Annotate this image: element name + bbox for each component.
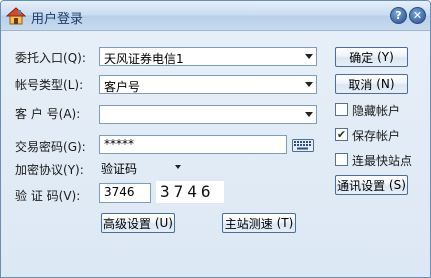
login-dialog: 用户登录 ? ✕ 委托入口(Q): 天风证券电信1 帐号类型(L): 客户号 客… (0, 0, 431, 278)
encryption-label-key: (Y): (63, 163, 84, 177)
account-type-label: 帐号类型(L): (15, 76, 83, 93)
close-icon: ✕ (412, 9, 423, 22)
encryption-select-value: 验证码 (101, 162, 138, 176)
advanced-settings-button[interactable]: 高级设置 (U) (101, 213, 175, 233)
account-label-text: 客 户 号 (15, 107, 59, 121)
comm-settings-key: (S) (388, 178, 406, 192)
keyboard-icon[interactable] (292, 139, 314, 152)
confirm-button[interactable]: 确定 (Y) (335, 47, 408, 67)
fastest-site-checkbox[interactable] (335, 153, 348, 166)
window-title: 用户登录 (31, 12, 84, 27)
confirm-label: 确定 (349, 50, 374, 65)
fastest-site-label: 连最快站点 (352, 154, 413, 168)
title-bar[interactable]: 用户登录 ? ✕ (1, 1, 430, 31)
hide-account-label: 隐藏帐户 (352, 104, 401, 118)
password-label-key: (G): (63, 140, 86, 154)
cancel-button[interactable]: 取消 (N) (335, 74, 408, 94)
captcha-image[interactable]: 3746 (156, 181, 224, 203)
speed-test-key: (T) (276, 216, 294, 230)
encryption-label: 加密协议(Y): (15, 161, 84, 178)
close-button[interactable]: ✕ (409, 7, 426, 24)
advanced-settings-label: 高级设置 (103, 216, 152, 231)
password-field[interactable]: ***** (99, 135, 287, 154)
captcha-label: 验 证 码(V): (15, 187, 80, 204)
cancel-label: 取消 (348, 77, 373, 92)
account-type-label-text: 帐号类型 (15, 78, 64, 92)
account-type-select[interactable]: 客户号 (99, 75, 317, 94)
broker-select[interactable]: 天风证券电信1 (99, 47, 317, 66)
save-account-label: 保存帐户 (352, 129, 401, 143)
advanced-settings-key: (U) (154, 216, 173, 230)
house-icon (6, 7, 26, 25)
chevron-down-icon (305, 82, 313, 87)
broker-label-text: 委托入口 (15, 51, 64, 65)
confirm-key: (Y) (377, 50, 394, 64)
account-type-label-key: (L): (63, 78, 84, 92)
cancel-key: (N) (376, 77, 395, 91)
password-label-text: 交易密码 (15, 140, 64, 154)
chevron-down-icon[interactable] (175, 165, 181, 169)
account-input[interactable] (99, 105, 317, 124)
captcha-input-value: 3746 (104, 185, 135, 199)
comm-settings-label: 通讯设置 (337, 178, 386, 193)
broker-label: 委托入口(Q): (15, 49, 86, 66)
captcha-label-key: (V): (58, 189, 81, 203)
encryption-label-text: 加密协议 (15, 163, 64, 177)
speed-test-label: 主站测速 (224, 216, 273, 231)
captcha-image-text: 3746 (160, 182, 215, 201)
broker-select-value: 天风证券电信1 (104, 52, 184, 66)
password-label: 交易密码(G): (15, 138, 86, 155)
speed-test-button[interactable]: 主站测速 (T) (222, 213, 296, 233)
chevron-down-icon (305, 112, 313, 117)
captcha-input[interactable]: 3746 (99, 183, 151, 203)
account-label-key: (A): (58, 107, 81, 121)
account-type-select-value: 客户号 (104, 80, 141, 94)
hide-account-checkbox[interactable] (335, 103, 348, 116)
broker-label-key: (Q): (63, 51, 86, 65)
checkmark-icon: ✔ (336, 128, 347, 141)
save-account-checkbox[interactable]: ✔ (335, 128, 348, 141)
account-label: 客 户 号(A): (15, 105, 80, 122)
help-button[interactable]: ? (390, 7, 407, 24)
help-icon: ? (395, 9, 402, 22)
chevron-down-icon (305, 54, 313, 59)
comm-settings-button[interactable]: 通讯设置 (S) (335, 175, 408, 195)
captcha-label-text: 验 证 码 (15, 189, 59, 203)
password-field-value: ***** (104, 137, 134, 151)
